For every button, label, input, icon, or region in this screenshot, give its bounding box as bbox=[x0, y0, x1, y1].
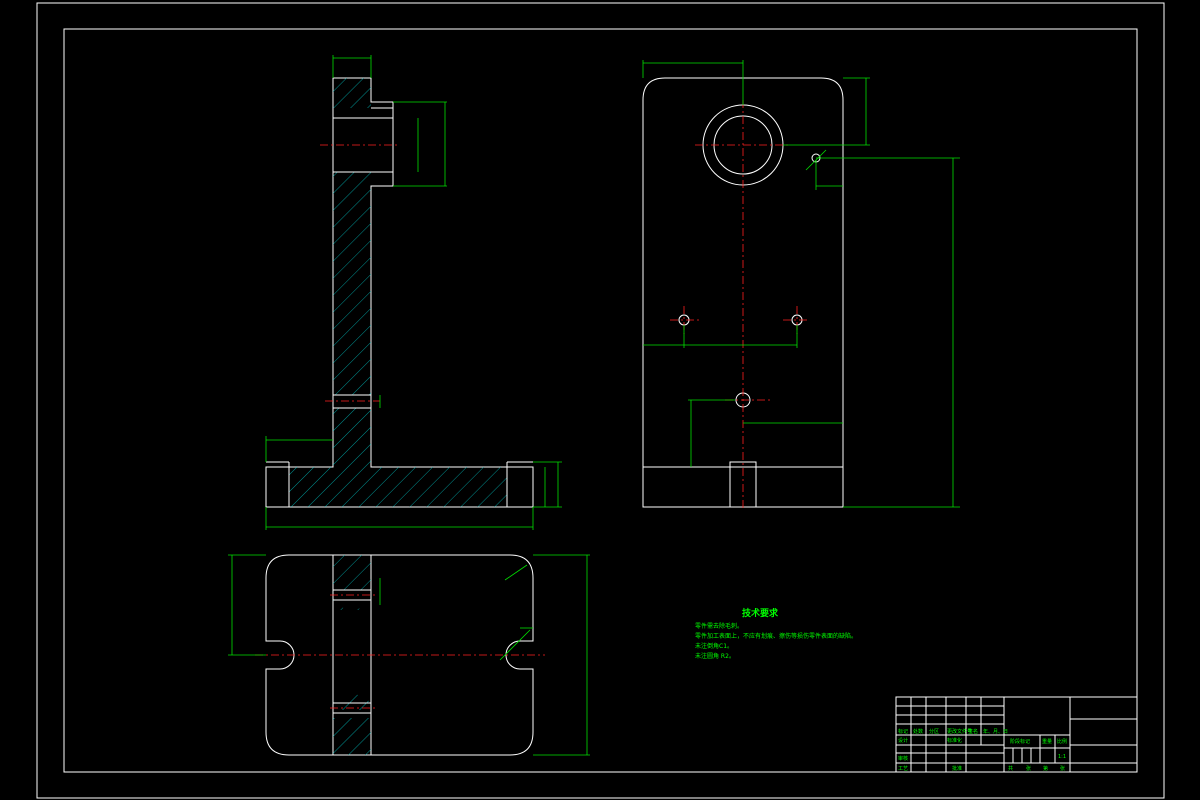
tb-design: 设计 bbox=[898, 737, 908, 744]
tb-sheet-total-1: 共 bbox=[1008, 765, 1013, 772]
tb-scale-value: 1:1 bbox=[1058, 754, 1066, 760]
tb-date: 年、月、日 bbox=[983, 728, 1008, 735]
tb-zone: 分区 bbox=[929, 728, 939, 735]
technical-requirements: 技术要求 零件需去除毛刺。 零件加工表面上，不应有划痕、擦伤等损伤零件表面的缺陷… bbox=[695, 607, 857, 660]
top-view bbox=[228, 554, 590, 756]
tech-req-item-2: 零件加工表面上，不应有划痕、擦伤等损伤零件表面的缺陷。 bbox=[695, 632, 857, 640]
tech-req-item-4: 未注圆角 R2。 bbox=[695, 652, 735, 660]
side-view bbox=[642, 60, 960, 510]
tb-scale: 比例 bbox=[1057, 738, 1067, 745]
tb-approve: 批准 bbox=[952, 765, 962, 772]
tech-req-title: 技术要求 bbox=[742, 607, 779, 619]
tb-sheet-no-1: 第 bbox=[1043, 765, 1048, 772]
tb-sheet-total-2: 张 bbox=[1026, 765, 1031, 772]
tech-req-item-3: 未注倒角C1。 bbox=[695, 642, 733, 650]
tech-req-item-1: 零件需去除毛刺。 bbox=[695, 622, 743, 630]
tb-sign: 签名 bbox=[968, 728, 978, 735]
tb-process: 工艺 bbox=[898, 766, 908, 772]
tb-stage: 阶段标记 bbox=[1010, 738, 1030, 745]
tb-mark: 标记 bbox=[898, 728, 908, 735]
outer-border bbox=[36, 2, 1165, 799]
tb-review: 审核 bbox=[898, 755, 908, 762]
tb-count: 处数 bbox=[913, 728, 923, 735]
title-block: 标记 处数 分区 更改文件号 签名 年、月、日 设计 标准化 审核 工艺 批准 … bbox=[895, 696, 1138, 773]
tb-weight: 重量 bbox=[1042, 738, 1052, 745]
tb-sheet-no-2: 张 bbox=[1060, 765, 1065, 772]
tb-standardize: 标准化 bbox=[947, 737, 962, 744]
front-section-view bbox=[265, 55, 562, 530]
cad-drawing: 技术要求 零件需去除毛刺。 零件加工表面上，不应有划痕、擦伤等损伤零件表面的缺陷… bbox=[36, 2, 1165, 799]
inner-frame bbox=[63, 28, 1138, 773]
